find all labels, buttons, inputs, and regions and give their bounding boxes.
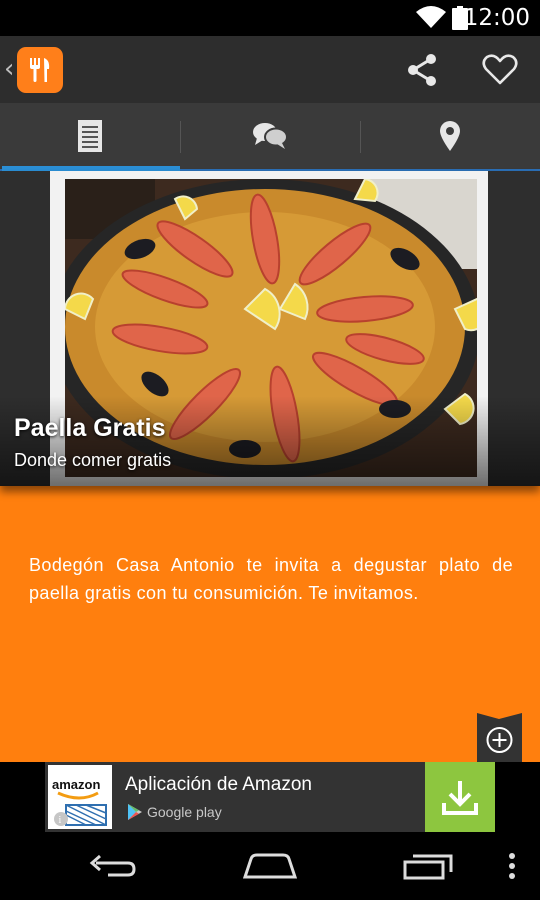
svg-text:i: i (59, 815, 62, 826)
recents-icon (403, 854, 453, 880)
action-bar: ‹ (0, 36, 540, 103)
home-icon (243, 853, 297, 879)
amazon-app-logo: amazon i (48, 765, 112, 829)
app-logo-button[interactable] (17, 47, 63, 93)
status-bar: 12:00 (0, 0, 540, 36)
tab-comments[interactable] (180, 103, 360, 169)
back-icon (89, 854, 136, 877)
tab-bar (0, 103, 540, 171)
ad-banner[interactable]: amazon i Aplicación de Amazon Google pla… (0, 762, 540, 832)
tab-details[interactable] (0, 103, 180, 171)
system-nav-bar (0, 832, 540, 900)
ad-card[interactable]: amazon i Aplicación de Amazon Google pla… (45, 762, 495, 832)
offer-description: Bodegón Casa Antonio te invita a degusta… (29, 555, 513, 603)
google-play-badge: Google play (127, 802, 222, 822)
add-bookmark-button[interactable] (477, 713, 522, 762)
wifi-icon (416, 6, 446, 28)
nav-home-button[interactable] (242, 848, 298, 884)
share-icon (408, 54, 436, 86)
fork-knife-icon (30, 58, 50, 82)
chevron-left-icon[interactable]: ‹ (4, 54, 14, 84)
offer-title: Paella Gratis (14, 414, 166, 442)
hero-header: Paella Gratis Donde comer gratis (0, 171, 540, 486)
ad-download-button[interactable] (425, 762, 495, 832)
share-button[interactable] (402, 50, 442, 90)
overflow-menu-icon (509, 853, 515, 879)
ad-title: Aplicación de Amazon (125, 774, 312, 795)
offer-subtitle: Donde comer gratis (14, 450, 172, 470)
nav-recents-button[interactable] (402, 848, 454, 884)
detail-content: Paella Gratis Donde comer gratis Bodegón… (0, 171, 540, 762)
tab-location[interactable] (360, 103, 540, 169)
play-store-icon (128, 804, 142, 820)
heart-icon (482, 54, 518, 85)
download-icon (442, 781, 478, 815)
nav-back-button[interactable] (86, 848, 138, 884)
clock: 12:00 (463, 5, 530, 31)
document-icon (78, 120, 102, 152)
chat-bubbles-icon (253, 123, 288, 149)
nav-overflow-button[interactable] (504, 848, 520, 884)
favorite-button[interactable] (478, 49, 522, 91)
location-pin-icon (440, 121, 460, 151)
